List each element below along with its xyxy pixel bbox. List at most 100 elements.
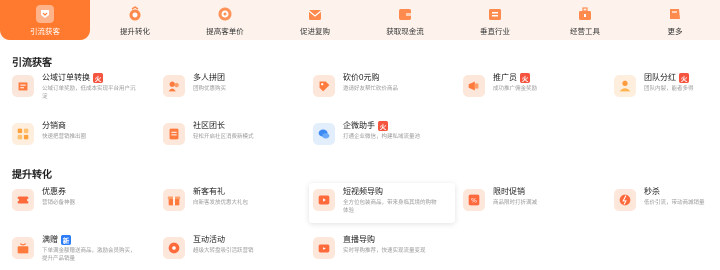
nav-item-repurchase[interactable]: 促进复购 (270, 0, 360, 40)
new-badge: 新 (61, 234, 71, 245)
nav-label: 提高客单价 (206, 27, 244, 36)
card-description: 商品限时打折满减 (493, 200, 538, 206)
card-title-row: 分销商 (42, 120, 138, 131)
nav-item-more[interactable]: 更多 (630, 0, 720, 40)
card-title: 限时促销 (493, 187, 525, 196)
card-text: 互动活动超级大转盘吸引活跃营销 (193, 234, 289, 256)
nav-item-conversion[interactable]: 提升转化 (90, 0, 180, 40)
card-title-row: 优惠券 (42, 186, 138, 197)
card-text: 公域订单转换火公域订单奖励，低成本实现平台用户沉淀 (42, 72, 138, 101)
hot-badge: 火 (679, 72, 689, 83)
card-text: 企微助手火打通企业微信，构建私域流量池 (343, 120, 439, 142)
feature-card[interactable]: 短视频导购全方位包装商品，带来身临其境的购物体验 (309, 183, 455, 223)
card-description: 公域订单奖励，低成本实现平台用户沉淀 (42, 86, 136, 100)
card-text: 分销商 快速把营销推出圈 (42, 120, 138, 142)
more-icon (666, 5, 684, 23)
card-title-row: 推广员火 (493, 72, 589, 83)
feature-card[interactable]: 新客有礼向新客发放优惠大礼包 (163, 186, 305, 220)
nav-item-aov[interactable]: 提高客单价 (180, 0, 270, 40)
card-title: 社区团长 (193, 121, 225, 130)
card-text: 限时促销商品限时打折满减 (493, 186, 589, 208)
feature-card[interactable]: 满赠新下单满金额赠送商品，激励会员购买，提升产品销量 (12, 234, 154, 268)
nav-label: 促进复购 (300, 27, 330, 36)
feature-card[interactable]: 多人拼团 团购优惠购买 (163, 72, 305, 106)
card-title: 新客有礼 (193, 187, 225, 196)
nav-label: 经营工具 (570, 27, 600, 36)
card-text: 满赠新下单满金额赠送商品，激励会员购买，提升产品销量 (42, 234, 138, 263)
feature-card[interactable]: 优惠券 营销必备神器 (12, 186, 154, 220)
card-description: 团队内裂，能者多得 (644, 86, 694, 92)
feature-card[interactable]: % 限时促销 商品限时打折满减 (463, 186, 605, 220)
community-leader-icon (163, 123, 185, 145)
section-title-traffic: 引流获客 (12, 58, 52, 69)
feature-card[interactable]: 公域订单转换火公域订单奖励，低成本实现平台用户沉淀 (12, 72, 154, 106)
hot-badge: 火 (520, 72, 530, 83)
nav-item-vertical[interactable]: 垂直行业 (450, 0, 540, 40)
card-description: 全方位包装商品，带来身临其境的购物体验 (343, 200, 437, 214)
top-nav: 引流获客 提升转化 提高客单价 促进复购 获取现金流 垂直行业 经营工具 更多 (0, 0, 720, 40)
card-text: 短视频导购全方位包装商品，带来身临其境的购物体验 (343, 186, 439, 215)
nav-label: 更多 (667, 27, 683, 36)
nav-item-traffic[interactable]: 引流获客 (0, 0, 90, 40)
card-title-row: 公域订单转换火 (42, 72, 138, 83)
nav-item-cashflow[interactable]: 获取现金流 (360, 0, 450, 40)
nav-label: 垂直行业 (480, 27, 510, 36)
card-description: 成功推广佣金奖励 (493, 86, 538, 92)
bargain-icon (313, 75, 335, 97)
card-text: 推广员火成功推广佣金奖励 (493, 72, 589, 94)
card-title-row: 直播导购 (343, 234, 439, 245)
order-convert-icon (12, 75, 34, 97)
card-title-row: 团队分红火 (644, 72, 720, 83)
card-description: 打通企业微信，构建私域流量池 (343, 134, 421, 140)
card-title: 分销商 (42, 121, 66, 130)
card-title: 公域订单转换 (42, 73, 90, 82)
card-description: 下单满金额赠送商品，激励会员购买，提升产品销量 (42, 248, 136, 262)
feature-card[interactable]: 分销商 快速把营销推出圈 (12, 120, 154, 154)
card-text: 优惠券 营销必备神器 (42, 186, 138, 208)
feature-card[interactable]: 推广员火成功推广佣金奖励 (463, 72, 605, 106)
card-description: 轻松开启社区消费新模式 (193, 134, 254, 140)
wecom-icon (313, 123, 335, 145)
card-title: 满赠 (42, 235, 58, 244)
wallet-icon (396, 5, 414, 23)
card-text: 多人拼团 团购优惠购买 (193, 72, 289, 94)
seckill-icon (614, 189, 636, 211)
feature-card[interactable]: 秒杀低价引流，带动商城销量 (614, 186, 720, 220)
group-buy-icon (163, 75, 185, 97)
card-text: 新客有礼向新客发放优惠大礼包 (193, 186, 289, 208)
interactive-icon (163, 237, 185, 259)
nav-label: 引流获客 (30, 27, 60, 36)
card-description: 邀请好友帮忙砍价商品 (343, 86, 399, 92)
card-description: 实时导购推荐，快速实现流量变现 (343, 248, 426, 254)
feature-card[interactable]: 砍价0元购邀请好友帮忙砍价商品 (313, 72, 455, 106)
card-title-row: 秒杀 (644, 186, 720, 197)
card-title: 优惠券 (42, 187, 66, 196)
coupon-icon (12, 189, 34, 211)
card-title-row: 满赠新 (42, 234, 138, 245)
card-description: 低价引流，带动商城销量 (644, 200, 705, 206)
feature-card[interactable]: 直播导购实时导购推荐，快速实现流量变现 (313, 234, 455, 268)
card-text: 团队分红火团队内裂，能者多得 (644, 72, 720, 94)
card-title: 直播导购 (343, 235, 375, 244)
card-description: 向新客发放优惠大礼包 (193, 200, 249, 206)
card-title: 短视频导购 (343, 187, 383, 196)
full-gift-icon (12, 237, 34, 259)
card-text: 砍价0元购邀请好友帮忙砍价商品 (343, 72, 439, 94)
distributor-icon (12, 123, 34, 145)
feature-card[interactable]: 互动活动超级大转盘吸引活跃营销 (163, 234, 305, 268)
card-title: 互动活动 (193, 235, 225, 244)
card-title: 砍价0元购 (343, 73, 380, 82)
ring-icon (126, 5, 144, 23)
hot-badge: 火 (93, 72, 103, 83)
nav-label: 获取现金流 (386, 27, 424, 36)
section-title-conversion: 提升转化 (12, 170, 52, 181)
card-title: 团队分红 (644, 73, 676, 82)
card-title-row: 多人拼团 (193, 72, 289, 83)
nav-item-tools[interactable]: 经营工具 (540, 0, 630, 40)
feature-card[interactable]: 社区团长轻松开启社区消费新模式 (163, 120, 305, 154)
card-title-row: 社区团长 (193, 120, 289, 131)
coin-icon (216, 5, 234, 23)
feature-card[interactable]: 团队分红火团队内裂，能者多得 (614, 72, 720, 106)
card-description: 超级大转盘吸引活跃营销 (193, 248, 254, 254)
feature-card[interactable]: 企微助手火打通企业微信，构建私域流量池 (313, 120, 455, 154)
